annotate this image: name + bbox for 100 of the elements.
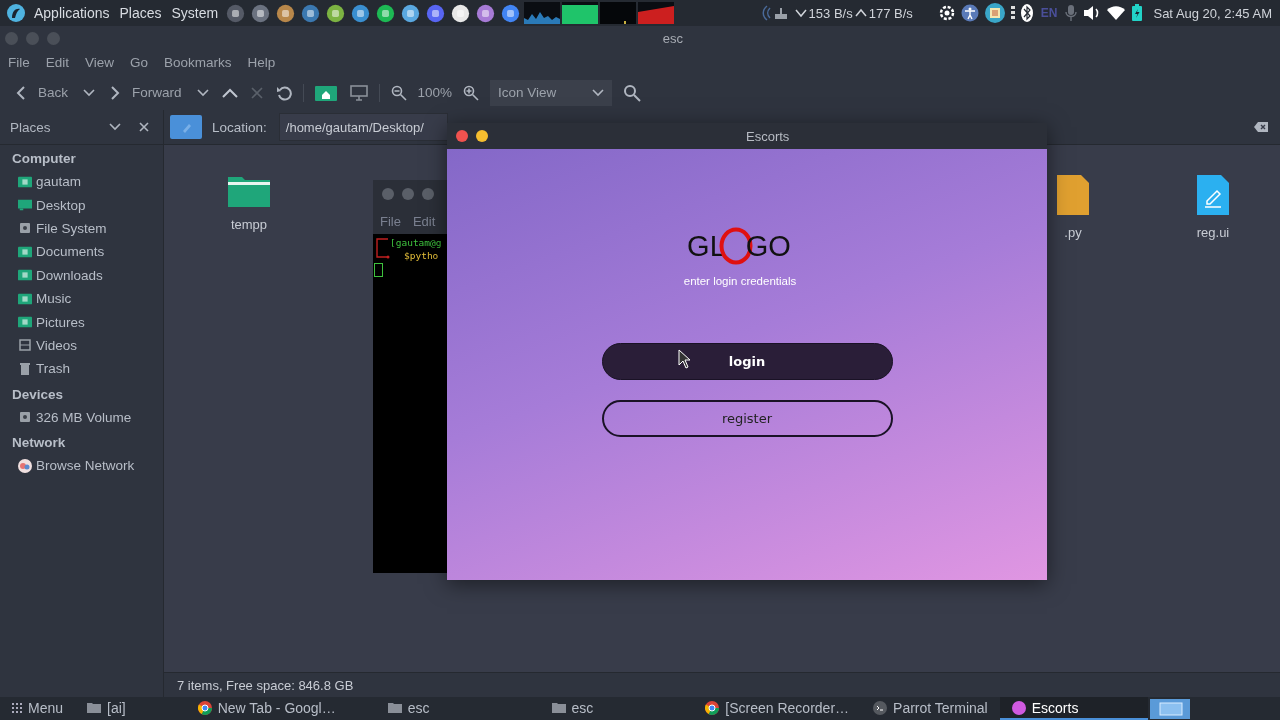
- sidebar-item[interactable]: Trash: [0, 357, 163, 381]
- search-icon[interactable]: [623, 83, 642, 102]
- network-icon: [18, 458, 32, 473]
- panel-menu[interactable]: Places: [115, 5, 166, 21]
- zoom-in-icon[interactable]: [463, 84, 480, 101]
- brightness-icon[interactable]: [938, 5, 955, 21]
- close-icon[interactable]: [139, 122, 149, 132]
- terminal-command: $pytho: [403, 249, 440, 262]
- app-launcher-icon[interactable]: [451, 3, 471, 23]
- app-launcher-icon[interactable]: [276, 3, 296, 23]
- document-tile[interactable]: reg.ui: [1188, 175, 1238, 240]
- sidebar-item[interactable]: Pictures: [0, 310, 163, 334]
- menubar-entry[interactable]: File: [0, 55, 38, 70]
- sidebar-item[interactable]: Desktop: [0, 193, 163, 217]
- menubar-entry[interactable]: Edit: [37, 55, 78, 70]
- view-mode-dropdown[interactable]: Icon View: [490, 79, 613, 106]
- window-title: Escorts: [746, 128, 790, 144]
- back-button[interactable]: Back: [12, 82, 72, 103]
- app-launcher-icon[interactable]: [301, 3, 321, 23]
- up-icon[interactable]: [221, 87, 238, 98]
- panel-menu[interactable]: Applications: [30, 5, 114, 21]
- app-launcher-icon[interactable]: [476, 3, 496, 23]
- app-launcher-icon[interactable]: [426, 3, 446, 23]
- menubar-entry[interactable]: View: [77, 55, 123, 70]
- browser-icon: [705, 700, 720, 715]
- notes-icon[interactable]: [984, 3, 1005, 23]
- app-launcher-icon[interactable]: [376, 3, 396, 23]
- wifi-icon[interactable]: [1107, 6, 1126, 20]
- folder-icon: [87, 702, 102, 713]
- app-launcher-icon[interactable]: [401, 3, 421, 23]
- sidebar-item[interactable]: gautam: [0, 170, 163, 194]
- dropdown-caret-icon[interactable]: [196, 88, 209, 97]
- home-folder-icon[interactable]: [314, 84, 337, 101]
- bluetooth-icon[interactable]: [1020, 4, 1033, 22]
- accessibility-icon[interactable]: [960, 4, 979, 22]
- taskbar-item[interactable]: New Tab - Googl…: [185, 697, 376, 720]
- sidebar-section-heading: Devices: [11, 385, 65, 404]
- browser-icon: [197, 700, 212, 715]
- upload-caret-icon: [854, 8, 867, 18]
- computer-icon[interactable]: [349, 84, 368, 101]
- status-bar: 7 items, Free space: 846.8 GB: [164, 672, 1280, 697]
- taskbar-item[interactable]: esc: [539, 697, 694, 720]
- zoom-out-icon[interactable]: [390, 84, 407, 101]
- login-button[interactable]: login: [601, 343, 893, 380]
- sidebar-section-heading: Computer: [11, 150, 77, 168]
- sidebar-item[interactable]: Documents: [0, 240, 163, 264]
- terminal-icon: [873, 700, 888, 715]
- folder-icon: [18, 292, 32, 305]
- location-field[interactable]: /home/gautam/Desktop/: [278, 113, 448, 141]
- workspace-switcher-icon[interactable]: [1150, 698, 1191, 719]
- app-launcher-icon[interactable]: [501, 3, 521, 23]
- app-launcher-icon[interactable]: [226, 3, 246, 23]
- taskbar-item[interactable]: [ai]: [75, 697, 186, 720]
- sidebar-item[interactable]: 326 MB Volume: [0, 405, 163, 429]
- microphone-icon[interactable]: [1065, 4, 1078, 22]
- dropdown-caret-icon[interactable]: [83, 88, 95, 97]
- minimize-button[interactable]: [476, 130, 488, 142]
- sidebar-item[interactable]: Browse Network: [0, 453, 163, 478]
- edit-location-toggle-icon[interactable]: [170, 115, 202, 139]
- folder-icon: [18, 316, 32, 329]
- chevron-left-icon: [16, 84, 26, 101]
- drive-icon: [18, 411, 32, 424]
- folder-tile[interactable]: tempp: [224, 175, 274, 232]
- reload-icon[interactable]: [275, 84, 292, 101]
- window-title: esc: [662, 30, 683, 46]
- app-launcher-icon[interactable]: [251, 3, 271, 23]
- sidebar-item[interactable]: Videos: [0, 333, 163, 358]
- sidebar-item[interactable]: File System: [0, 216, 163, 241]
- close-button[interactable]: [456, 130, 468, 142]
- taskbar-item[interactable]: Escorts: [999, 697, 1149, 720]
- app-launcher-icon[interactable]: [326, 3, 346, 23]
- python-file-icon: [1057, 175, 1089, 215]
- sidebar-section-heading: Network: [11, 433, 67, 452]
- panel-menu[interactable]: System: [167, 5, 223, 21]
- taskbar-item[interactable]: esc: [375, 697, 540, 720]
- app-icon: [1011, 700, 1026, 715]
- forward-button[interactable]: Forward: [106, 82, 186, 103]
- menubar-entry[interactable]: Bookmarks: [156, 55, 240, 70]
- menubar-entry[interactable]: Go: [122, 55, 157, 70]
- sidebar-item[interactable]: Music: [0, 286, 163, 311]
- parrot-logo-icon[interactable]: [6, 3, 26, 23]
- dropdown-caret-icon[interactable]: [109, 123, 121, 131]
- document-tile[interactable]: .py: [1048, 175, 1098, 240]
- sidebar-item[interactable]: Downloads: [0, 263, 163, 287]
- battery-icon[interactable]: [1131, 4, 1144, 22]
- terminal-prompt: [gautam@g: [390, 236, 442, 249]
- clock[interactable]: Sat Aug 20, 2:45 AM: [1153, 5, 1272, 21]
- cpu-graph-icon: [524, 2, 561, 24]
- menubar-entry[interactable]: Help: [239, 55, 284, 70]
- more-icon[interactable]: [1010, 5, 1015, 21]
- taskbar-item[interactable]: Parrot Terminal: [861, 697, 1000, 720]
- register-button[interactable]: register: [601, 400, 893, 437]
- network-graph-icon: [638, 2, 675, 24]
- app-launcher-icon[interactable]: [351, 3, 371, 23]
- download-caret-icon: [794, 8, 807, 18]
- taskbar-item[interactable]: [Screen Recorder…: [693, 697, 862, 720]
- zoom-level: 100%: [417, 85, 453, 100]
- terminal-cursor: [374, 263, 383, 277]
- start-menu-button[interactable]: Menu: [0, 697, 76, 720]
- clear-icon[interactable]: [1254, 122, 1268, 132]
